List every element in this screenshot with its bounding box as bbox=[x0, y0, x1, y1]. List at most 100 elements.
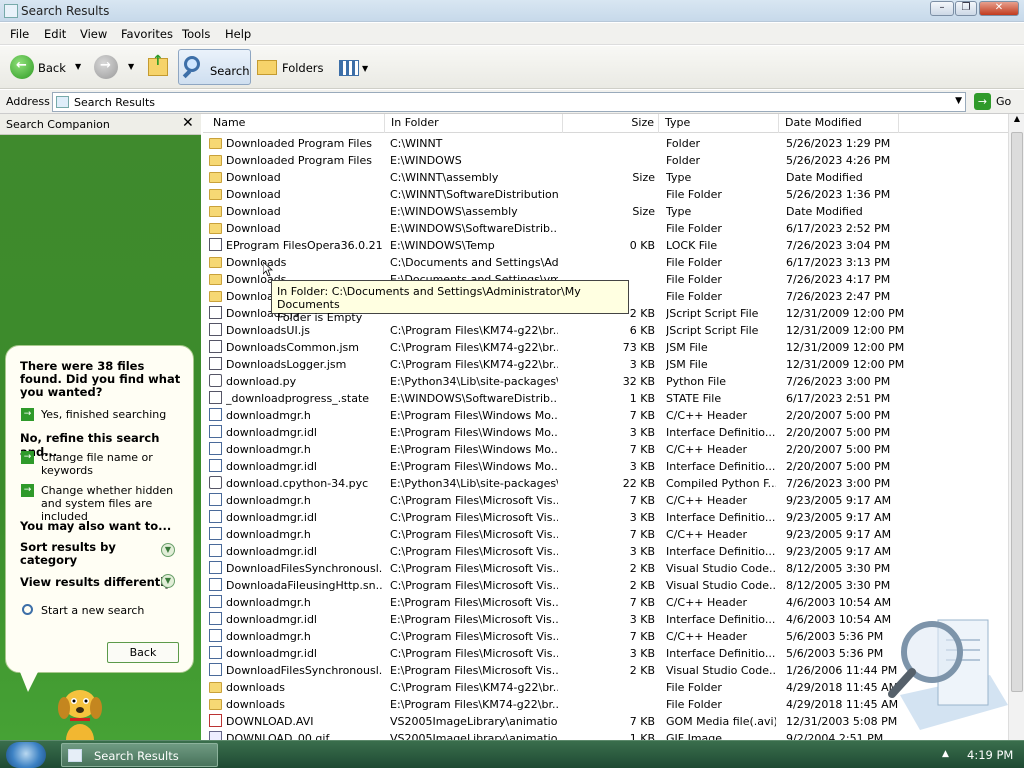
address-dropdown-icon[interactable]: ▼ bbox=[955, 96, 962, 106]
change-name-link[interactable]: Change file name or keywords bbox=[41, 451, 181, 477]
file-size: 1 KB bbox=[629, 732, 655, 740]
file-size: 1 KB bbox=[629, 392, 655, 405]
tray-expand-icon[interactable]: ▲ bbox=[942, 749, 949, 759]
file-folder: E:\Program Files\Microsoft Vis... bbox=[390, 596, 558, 609]
go-button[interactable]: → Go bbox=[972, 92, 1022, 112]
file-folder: C:\Program Files\Microsoft Vis... bbox=[390, 562, 558, 575]
file-size: 7 KB bbox=[629, 494, 655, 507]
back-dropdown-icon[interactable]: ▼ bbox=[75, 62, 81, 71]
sort-results-link[interactable]: Sort results by category bbox=[20, 541, 130, 567]
table-row[interactable]: downloadmgr.h C:\Program Files\Microsoft … bbox=[203, 526, 1011, 543]
table-row[interactable]: Downloaded Program Files E:\WINDOWS Folder… bbox=[203, 152, 1011, 169]
h-file-icon bbox=[209, 493, 222, 506]
views-button[interactable]: ▼ bbox=[336, 49, 372, 85]
table-row[interactable]: downloadmgr.h E:\Program Files\Windows Mo… bbox=[203, 407, 1011, 424]
file-type: File Folder bbox=[666, 273, 722, 286]
table-row[interactable]: DownloadsCommon.jsm C:\Program Files\KM74… bbox=[203, 339, 1011, 356]
menu-help[interactable]: Help bbox=[225, 27, 251, 41]
taskbar-search-results-button[interactable]: Search Results bbox=[61, 743, 218, 767]
finished-searching-link[interactable]: Yes, finished searching bbox=[41, 408, 166, 421]
file-name: Download bbox=[226, 188, 281, 201]
file-name: downloadmgr.h bbox=[226, 494, 311, 507]
column-in-folder[interactable]: In Folder bbox=[385, 114, 563, 133]
table-row[interactable]: downloadmgr.h E:\Program Files\Windows Mo… bbox=[203, 441, 1011, 458]
expand-chevron-icon[interactable]: ▼ bbox=[161, 543, 175, 557]
file-folder: C:\Program Files\Microsoft Vis... bbox=[390, 494, 558, 507]
file-folder: VS2005ImageLibrary\animations bbox=[390, 732, 558, 740]
table-row[interactable]: Downloads C:\Documents and Settings\Ad...… bbox=[203, 254, 1011, 271]
table-row[interactable]: downloadmgr.h C:\Program Files\Microsoft … bbox=[203, 492, 1011, 509]
menu-edit[interactable]: Edit bbox=[44, 27, 66, 41]
companion-back-button[interactable]: Back bbox=[107, 642, 179, 663]
vertical-scrollbar[interactable]: ▲ bbox=[1008, 114, 1024, 740]
file-size: 7 KB bbox=[629, 443, 655, 456]
table-row[interactable]: DownloadFilesSynchronousl... C:\Program F… bbox=[203, 560, 1011, 577]
back-button[interactable]: ← Back ▼ bbox=[6, 49, 86, 85]
table-row[interactable]: downloadmgr.idl C:\Program Files\Microsof… bbox=[203, 543, 1011, 560]
h-file-icon bbox=[209, 629, 222, 642]
table-row[interactable]: DownloadaFileusingHttp.sn... C:\Program F… bbox=[203, 577, 1011, 594]
menu-file[interactable]: File bbox=[10, 27, 29, 41]
file-name: Downloads bbox=[226, 256, 287, 269]
file-folder: C:\Program Files\KM74-g22\br... bbox=[390, 324, 558, 337]
table-row[interactable]: download.py E:\Python34\Lib\site-packages… bbox=[203, 373, 1011, 390]
scroll-up-icon[interactable]: ▲ bbox=[1009, 114, 1024, 130]
search-button[interactable]: Search bbox=[178, 49, 251, 85]
forward-dropdown-icon[interactable]: ▼ bbox=[128, 62, 134, 71]
file-date: 2/20/2007 5:00 PM bbox=[786, 460, 891, 473]
table-row[interactable]: _downloadprogress_.state E:\WINDOWS\Softw… bbox=[203, 390, 1011, 407]
companion-close-icon[interactable]: ✕ bbox=[182, 115, 194, 131]
file-name: downloadmgr.idl bbox=[226, 647, 317, 660]
table-row[interactable]: DownloadsLogger.jsm C:\Program Files\KM74… bbox=[203, 356, 1011, 373]
table-row[interactable]: downloadmgr.idl C:\Program Files\Microsof… bbox=[203, 509, 1011, 526]
file-type: File Folder bbox=[666, 698, 722, 711]
table-row[interactable]: Download C:\WINNT\SoftwareDistribution Fil… bbox=[203, 186, 1011, 203]
view-results-link[interactable]: View results differently bbox=[20, 575, 172, 589]
file-folder: E:\Program Files\Windows Mo... bbox=[390, 460, 558, 473]
close-button[interactable]: ✕ bbox=[979, 1, 1019, 16]
expand-chevron-icon[interactable]: ▼ bbox=[161, 574, 175, 588]
up-folder-button[interactable]: ↑ bbox=[146, 49, 172, 85]
file-size: 3 KB bbox=[629, 613, 655, 626]
change-hidden-link[interactable]: Change whether hidden and system files a… bbox=[41, 484, 186, 523]
table-row[interactable]: downloadmgr.idl E:\Program Files\Windows … bbox=[203, 458, 1011, 475]
table-row[interactable]: downloadmgr.idl E:\Program Files\Windows … bbox=[203, 424, 1011, 441]
back-arrow-glyph: ← bbox=[16, 58, 27, 73]
h-file-icon bbox=[209, 612, 222, 625]
scroll-thumb[interactable] bbox=[1011, 132, 1023, 692]
folder-icon bbox=[209, 257, 222, 268]
column-type[interactable]: Type bbox=[659, 114, 779, 133]
column-name[interactable]: Name bbox=[207, 114, 385, 133]
column-date-modified[interactable]: Date Modified bbox=[779, 114, 899, 133]
forward-button[interactable]: → ▼ bbox=[92, 49, 140, 85]
menu-tools[interactable]: Tools bbox=[182, 27, 210, 41]
table-row[interactable]: Downloaded Program Files C:\WINNT Folder 5/… bbox=[203, 135, 1011, 152]
new-search-link[interactable]: Start a new search bbox=[41, 604, 144, 617]
table-row[interactable]: EProgram FilesOpera36.0.21... E:\WINDOWS\… bbox=[203, 237, 1011, 254]
table-row[interactable]: Download C:\WINNT\assembly Size Type Date Mo… bbox=[203, 169, 1011, 186]
table-row[interactable]: download.cpython-34.pyc E:\Python34\Lib\s… bbox=[203, 475, 1011, 492]
file-size: 22 KB bbox=[622, 477, 655, 490]
start-button[interactable] bbox=[6, 742, 46, 768]
h-file-icon bbox=[209, 595, 222, 608]
table-row[interactable]: Download E:\WINDOWS\SoftwareDistrib... Fil… bbox=[203, 220, 1011, 237]
title-bar[interactable]: Search Results – ❐ ✕ bbox=[0, 0, 1024, 22]
file-name: downloadmgr.h bbox=[226, 630, 311, 643]
folders-button[interactable]: Folders bbox=[255, 49, 325, 85]
menu-view[interactable]: View bbox=[80, 27, 107, 41]
maximize-button[interactable]: ❐ bbox=[955, 1, 977, 16]
table-row[interactable]: Download E:\WINDOWS\assembly Size Type Date … bbox=[203, 203, 1011, 220]
file-name: DownloadFilesSynchronousl... bbox=[226, 664, 383, 677]
table-row[interactable]: downloadmgr.h E:\Program Files\Microsoft … bbox=[203, 594, 1011, 611]
file-size: 0 KB bbox=[629, 239, 655, 252]
script-file-icon bbox=[209, 323, 222, 336]
menu-favorites[interactable]: Favorites bbox=[121, 27, 173, 41]
column-size[interactable]: Size bbox=[563, 114, 659, 133]
clock[interactable]: 4:19 PM bbox=[967, 748, 1013, 762]
file-type: C/C++ Header bbox=[666, 596, 748, 609]
file-date: 12/31/2009 12:00 PM bbox=[786, 341, 905, 354]
table-row[interactable]: DownloadsUI.js C:\Program Files\KM74-g22\… bbox=[203, 322, 1011, 339]
minimize-button[interactable]: – bbox=[930, 1, 954, 16]
address-field[interactable]: Search Results ▼ bbox=[52, 92, 966, 112]
column-header: Name In Folder Size Type Date Modified bbox=[203, 114, 1024, 133]
